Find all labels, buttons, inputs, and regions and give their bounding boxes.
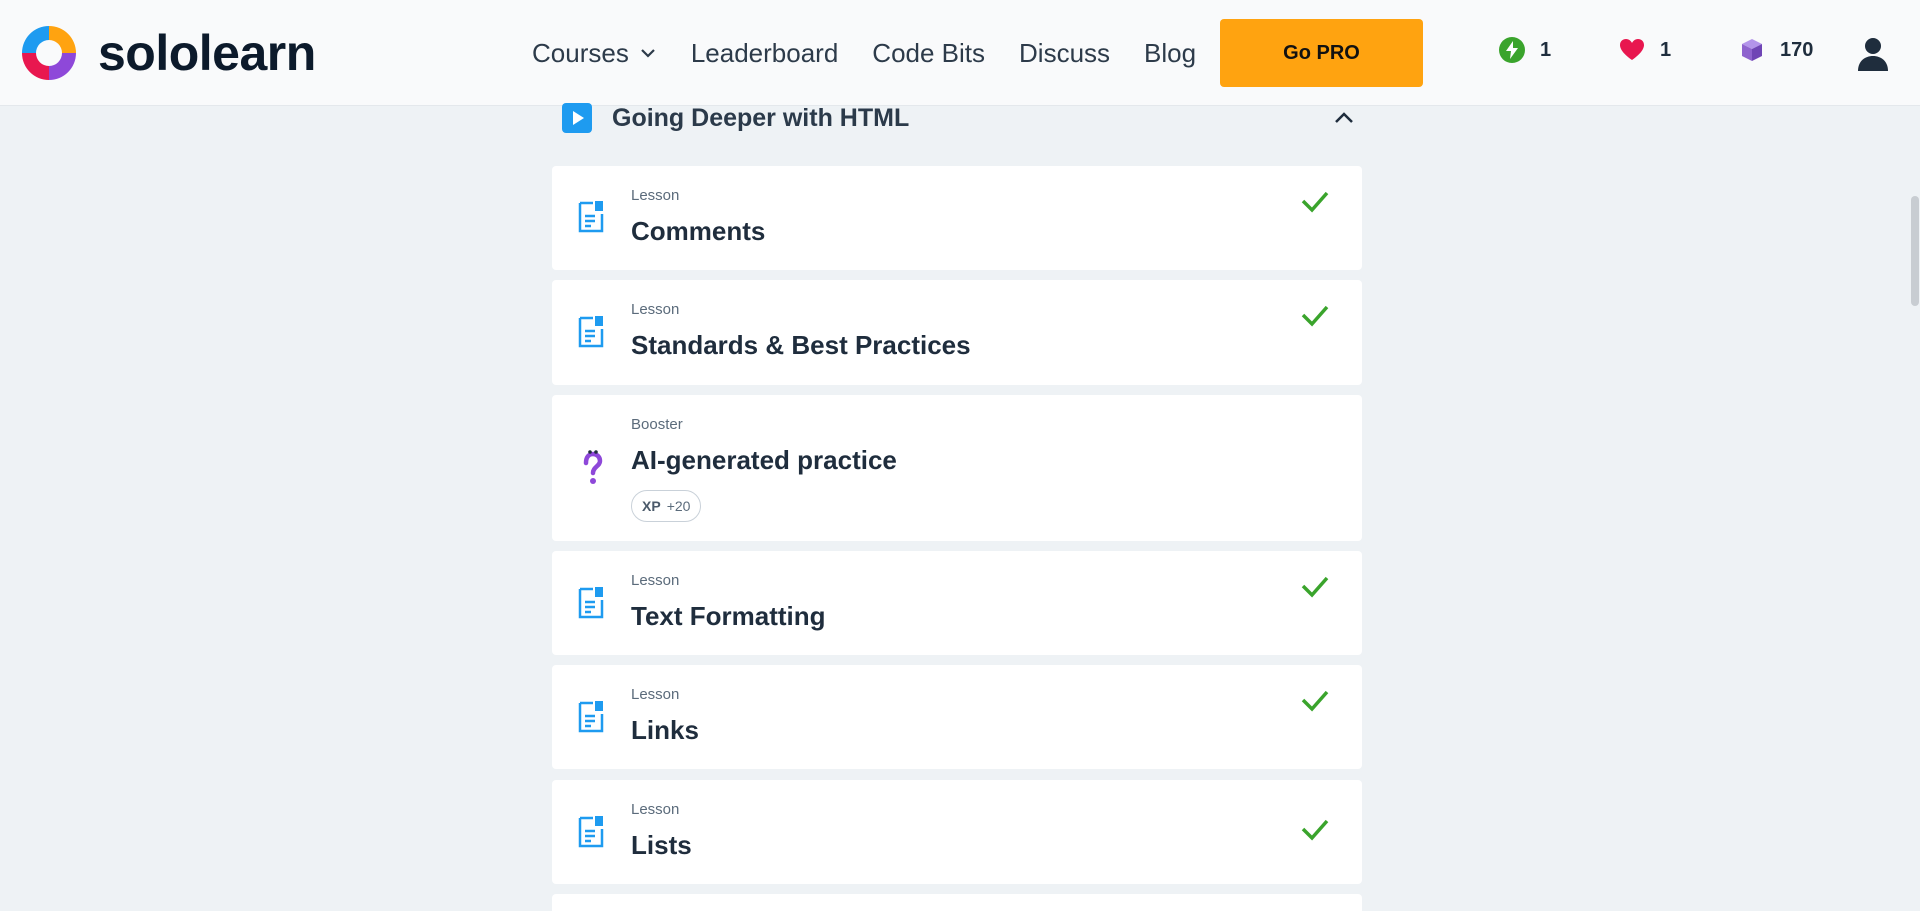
hearts-count: 1 (1660, 38, 1672, 61)
checkmark-icon (1301, 819, 1329, 841)
card-kind: Lesson (631, 301, 680, 318)
card-kind: Booster (631, 416, 683, 433)
module-title: Going Deeper with HTML (612, 103, 910, 132)
gems-counter[interactable]: 170 (1738, 36, 1813, 64)
chevron-up-icon[interactable] (1332, 106, 1356, 130)
sololearn-logo-icon (22, 26, 76, 80)
checkmark-icon (1301, 576, 1329, 598)
nav-courses[interactable]: Courses (532, 38, 657, 69)
nav-courses-label: Courses (532, 37, 629, 68)
go-pro-button[interactable]: Go PRO (1220, 19, 1423, 87)
lesson-doc-icon (578, 816, 604, 848)
xp-value: +20 (666, 498, 691, 514)
card-title: Links (631, 715, 699, 745)
lesson-card[interactable]: Lesson Links (552, 665, 1362, 769)
sololearn-logo[interactable]: sololearn (18, 22, 316, 84)
module-header[interactable]: Going Deeper with HTML (552, 100, 1362, 136)
nav-leaderboard[interactable]: Leaderboard (691, 38, 838, 69)
booster-card[interactable]: Booster AI-generated practice XP +20 (552, 395, 1362, 541)
lesson-doc-icon (578, 201, 604, 233)
user-avatar-icon[interactable] (1856, 36, 1890, 72)
lesson-card[interactable]: Lesson Standards & Best Practices (552, 280, 1362, 385)
hearts-counter[interactable]: 1 (1618, 36, 1671, 64)
card-kind: Lesson (631, 801, 680, 818)
xp-reward-badge: XP +20 (631, 490, 702, 522)
streak-count: 1 (1540, 38, 1552, 61)
lesson-card[interactable]: Lesson Text Formatting (552, 551, 1362, 655)
nav-code-bits[interactable]: Code Bits (872, 38, 985, 69)
question-mark-icon (583, 450, 603, 484)
lesson-doc-icon (578, 587, 604, 619)
card-title: Text Formatting (631, 601, 826, 631)
page-scrollbar[interactable] (1911, 196, 1919, 306)
checkmark-icon (1301, 305, 1329, 327)
lesson-card[interactable]: Lesson Lists (552, 780, 1362, 884)
heart-icon (1620, 39, 1644, 60)
lesson-doc-icon (578, 316, 604, 348)
checkmark-icon (1301, 690, 1329, 712)
gems-count: 170 (1780, 38, 1814, 61)
card-title: Comments (631, 216, 766, 246)
chevron-down-icon (641, 49, 655, 58)
card-title: Lists (631, 830, 692, 860)
lesson-card[interactable] (552, 894, 1362, 911)
xp-label: XP (642, 498, 661, 514)
card-kind: Lesson (631, 572, 680, 589)
streak-counter[interactable]: 1 (1498, 36, 1551, 64)
main-nav: Courses Leaderboard Code Bits Discuss Bl… (532, 0, 1230, 106)
checkmark-icon (1301, 191, 1329, 213)
card-title: AI-generated practice (631, 445, 897, 475)
top-navbar: sololearn Courses Leaderboard Code Bits … (0, 0, 1920, 106)
lightning-icon (1499, 37, 1525, 63)
nav-discuss[interactable]: Discuss (1019, 38, 1110, 69)
brand-name: sololearn (98, 25, 316, 81)
card-kind: Lesson (631, 187, 680, 204)
lesson-doc-icon (578, 701, 604, 733)
card-title: Standards & Best Practices (631, 330, 971, 360)
play-video-icon (562, 103, 592, 133)
lesson-card[interactable]: Lesson Comments (552, 166, 1362, 270)
card-kind: Lesson (631, 686, 680, 703)
nav-blog[interactable]: Blog (1144, 38, 1196, 69)
gem-cube-icon (1742, 39, 1762, 61)
